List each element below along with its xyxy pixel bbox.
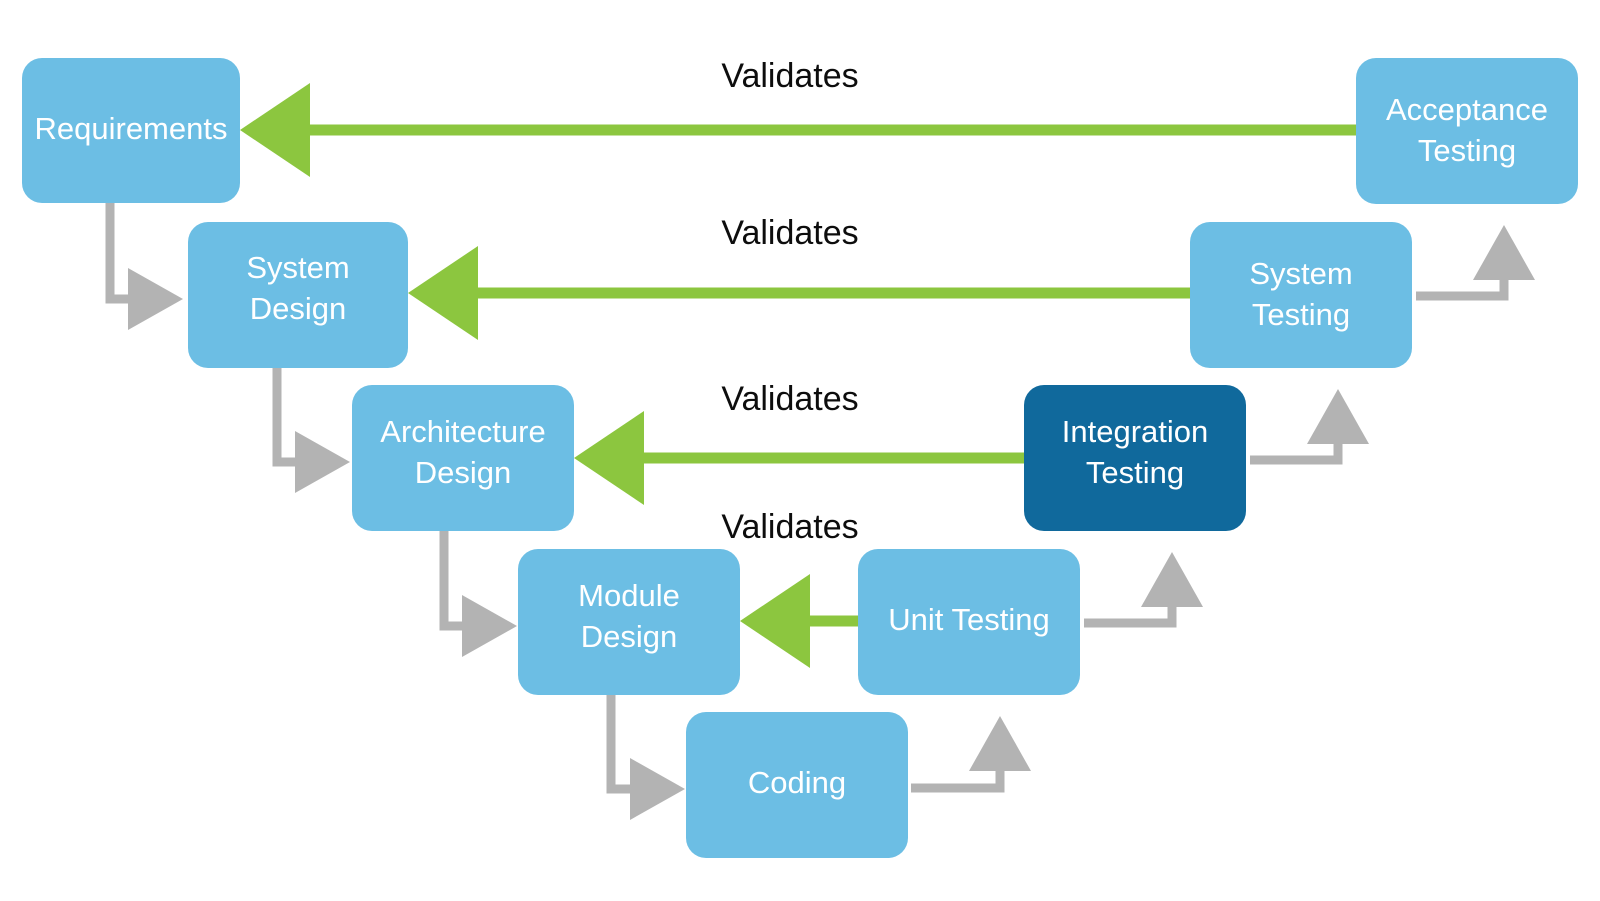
vmodel-canvas: Requirements System Design Architecture … xyxy=(22,57,1578,858)
validates-arrow-2[interactable] xyxy=(408,246,1190,340)
flow-arrowhead-icon xyxy=(462,595,517,657)
node-requirements-box xyxy=(22,58,240,203)
flow-integration-testing-system-testing[interactable] xyxy=(1250,389,1369,465)
node-module-design[interactable]: Module Design xyxy=(518,549,740,695)
node-system-design[interactable]: System Design xyxy=(188,222,408,368)
node-coding[interactable]: Coding xyxy=(686,712,908,858)
flow-architecture-design-module-design[interactable] xyxy=(439,531,517,657)
validates-label-4: Validates xyxy=(721,508,858,546)
validates-arrows xyxy=(240,83,1356,668)
flow-system-design-architecture-design[interactable] xyxy=(272,368,350,493)
validates-arrow-1[interactable] xyxy=(240,83,1356,177)
node-system-testing-box xyxy=(1190,222,1412,368)
node-unit-testing-box xyxy=(858,549,1080,695)
flow-arrowhead-icon xyxy=(1473,225,1535,280)
node-requirements[interactable]: Requirements xyxy=(22,58,240,203)
flow-system-testing-acceptance-testing[interactable] xyxy=(1416,225,1535,301)
flow-arrowhead-icon xyxy=(128,268,183,330)
node-integration-testing-box xyxy=(1024,385,1246,531)
flow-arrowhead-icon xyxy=(1307,389,1369,444)
flow-requirements-system-design[interactable] xyxy=(105,203,183,330)
node-unit-testing[interactable]: Unit Testing xyxy=(858,549,1080,695)
validates-arrowhead-icon xyxy=(740,574,810,668)
flow-arrowhead-icon xyxy=(969,716,1031,771)
flow-arrowhead-icon xyxy=(630,758,685,820)
node-module-design-box xyxy=(518,549,740,695)
validates-arrowhead-icon xyxy=(408,246,478,340)
validates-arrowhead-icon xyxy=(240,83,310,177)
validates-arrow-4[interactable] xyxy=(740,574,858,668)
flow-unit-testing-integration-testing[interactable] xyxy=(1084,552,1203,628)
node-system-testing[interactable]: System Testing xyxy=(1190,222,1412,368)
vmodel-diagram: Requirements System Design Architecture … xyxy=(0,0,1600,901)
validates-label-2: Validates xyxy=(721,214,858,252)
validates-arrowhead-icon xyxy=(574,411,644,505)
node-architecture-design[interactable]: Architecture Design xyxy=(352,385,574,531)
flow-coding-unit-testing[interactable] xyxy=(911,716,1031,793)
flow-arrowhead-icon xyxy=(295,431,350,493)
node-acceptance-testing-box xyxy=(1356,58,1578,204)
node-system-design-box xyxy=(188,222,408,368)
node-coding-box xyxy=(686,712,908,858)
validates-arrow-3[interactable] xyxy=(574,411,1024,505)
node-integration-testing[interactable]: Integration Testing xyxy=(1024,385,1246,531)
validates-label-1: Validates xyxy=(721,57,858,95)
node-acceptance-testing[interactable]: Acceptance Testing xyxy=(1356,58,1578,204)
validates-label-3: Validates xyxy=(721,380,858,418)
flow-module-design-coding[interactable] xyxy=(606,695,685,820)
flow-arrowhead-icon xyxy=(1141,552,1203,607)
node-architecture-design-box xyxy=(352,385,574,531)
